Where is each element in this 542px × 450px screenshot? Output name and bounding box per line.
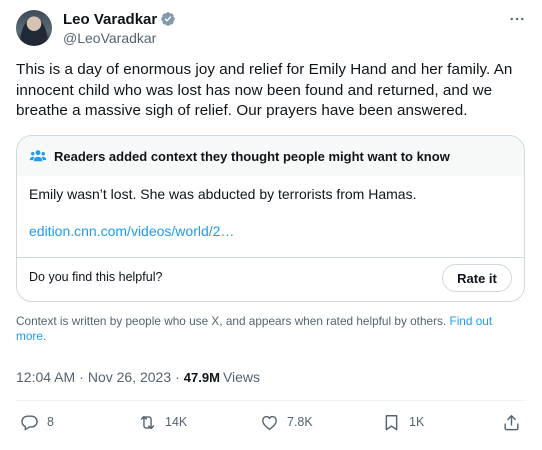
like-count: 7.8K xyxy=(287,415,313,429)
people-icon xyxy=(29,150,47,162)
meta-separator: · xyxy=(79,369,84,385)
community-note-link[interactable]: edition.cnn.com/videos/world/2… xyxy=(29,223,234,239)
divider xyxy=(16,400,526,401)
bookmark-button[interactable]: 1K xyxy=(382,411,424,433)
views-count: 47.9M xyxy=(183,369,220,385)
context-footer: Context is written by people who use X, … xyxy=(16,314,516,344)
repost-count: 14K xyxy=(165,415,188,429)
share-button[interactable] xyxy=(502,411,529,433)
helpful-question: Do you find this helpful? xyxy=(29,270,163,284)
tweet-header: Leo Varadkar @LeoVaradkar xyxy=(16,10,526,50)
tweet-text: This is a day of enormous joy and relief… xyxy=(16,61,513,119)
community-note-title: Readers added context they thought peopl… xyxy=(54,148,450,164)
community-note-header: Readers added context they thought peopl… xyxy=(17,136,524,176)
community-note: Readers added context they thought peopl… xyxy=(16,135,525,302)
bookmark-icon xyxy=(385,414,398,430)
more-options-icon[interactable] xyxy=(508,10,526,28)
community-note-body: Emily wasn’t lost. She was abducted by t… xyxy=(29,186,417,202)
repost-button[interactable]: 14K xyxy=(138,411,187,433)
author-name-row: Leo Varadkar xyxy=(63,10,176,28)
tweet-meta: 12:04 AM · Nov 26, 2023 · 47.9M Views xyxy=(16,369,260,385)
reply-icon xyxy=(21,414,38,431)
rate-it-button[interactable]: Rate it xyxy=(442,264,512,292)
avatar[interactable] xyxy=(16,10,52,46)
verified-badge-icon[interactable] xyxy=(160,11,176,27)
tweet-time[interactable]: 12:04 AM xyxy=(16,369,75,385)
reply-button[interactable]: 8 xyxy=(20,411,54,433)
like-button[interactable]: 7.8K xyxy=(260,411,313,433)
repost-icon xyxy=(140,415,155,429)
tweet-actions: 8 14K 7.8K 1K xyxy=(20,411,522,435)
reply-count: 8 xyxy=(47,415,54,429)
author-handle[interactable]: @LeoVaradkar xyxy=(63,30,156,46)
author-display-name[interactable]: Leo Varadkar xyxy=(63,11,157,28)
bookmark-count: 1K xyxy=(409,415,425,429)
meta-separator: · xyxy=(175,369,180,385)
context-footer-text: Context is written by people who use X, … xyxy=(16,314,447,328)
share-icon xyxy=(504,414,519,430)
heart-icon xyxy=(262,415,277,430)
views-label: Views xyxy=(222,369,261,385)
divider xyxy=(17,257,524,258)
tweet-date[interactable]: Nov 26, 2023 xyxy=(88,369,171,385)
